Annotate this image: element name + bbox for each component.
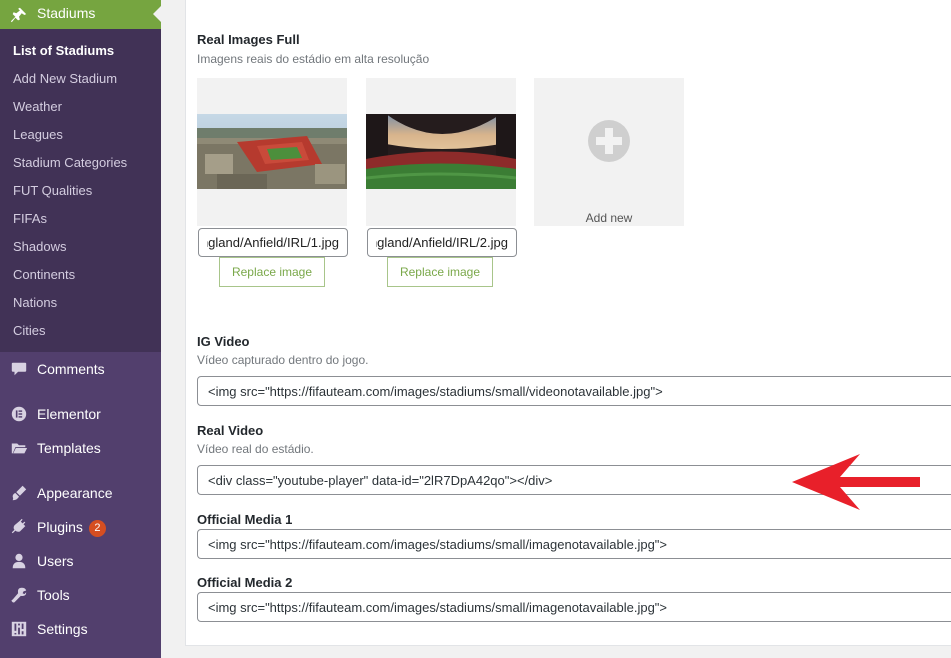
add-new-label: Add new [585,211,633,225]
menu-item-label: Elementor [37,406,101,422]
ig-video-title: IG Video [197,334,250,349]
submenu-item-nations[interactable]: Nations [13,295,57,310]
menu-item-comments[interactable]: Comments [0,354,161,384]
submenu-item-fifas[interactable]: FIFAs [13,211,47,226]
paintbrush-icon [12,485,27,501]
submenu-item-add-new-stadium[interactable]: Add New Stadium [13,71,117,86]
add-new-image-button[interactable]: Add new [534,78,684,226]
real-images-full-title: Real Images Full [197,32,300,47]
image-preview-1[interactable] [197,78,347,226]
real-video-description: Vídeo real do estádio. [197,442,314,456]
pushpin-icon [10,7,27,23]
menu-item-plugins[interactable]: Plugins 2 [0,512,161,542]
submenu-item-weather[interactable]: Weather [13,99,62,114]
replace-image-button-1[interactable]: Replace image [219,257,325,287]
menu-item-label: Stadiums [37,5,96,21]
menu-item-tools[interactable]: Tools [0,580,161,610]
sliders-icon [11,621,27,637]
official-media-1-title: Official Media 1 [197,512,293,527]
real-images-full-description: Imagens reais do estádio em alta resoluç… [197,52,430,66]
current-menu-arrow [153,6,161,22]
official-media-1-input[interactable] [197,529,951,559]
menu-item-label: Templates [37,440,101,456]
menu-item-label: Settings [37,621,88,637]
annotation-arrow-icon [792,454,920,510]
folder-icon [11,443,28,454]
user-icon [12,553,26,569]
stadium-aerial-photo [197,114,347,189]
ig-video-input[interactable] [197,376,951,406]
submenu-item-cities[interactable]: Cities [13,323,46,338]
plus-circle-icon [588,120,630,162]
menu-item-users[interactable]: Users [0,546,161,576]
update-count-badge: 2 [88,520,106,537]
submenu-item-list-of-stadiums[interactable]: List of Stadiums [13,43,114,58]
speech-bubble-icon [11,362,27,376]
submenu-item-fut-qualities[interactable]: FUT Qualities [13,183,92,198]
submenu-item-shadows[interactable]: Shadows [13,239,66,254]
image-preview-2[interactable] [366,78,516,226]
admin-sidebar: Stadiums List of Stadiums Add New Stadiu… [0,0,161,658]
real-video-title: Real Video [197,423,264,438]
submenu-item-leagues[interactable]: Leagues [13,127,63,142]
stadiums-submenu: List of Stadiums Add New Stadium Weather… [0,29,161,352]
menu-item-label: Plugins 2 [37,519,106,537]
menu-item-label: Users [37,553,74,569]
menu-item-stadiums[interactable]: Stadiums [0,0,161,29]
submenu-item-stadium-categories[interactable]: Stadium Categories [13,155,127,170]
ig-video-description: Vídeo capturado dentro do jogo. [197,353,369,367]
replace-image-button-2[interactable]: Replace image [387,257,493,287]
menu-item-elementor[interactable]: Elementor [0,399,161,429]
menu-item-label: Tools [37,587,70,603]
elementor-icon [11,406,27,422]
wrench-icon [11,587,27,603]
menu-item-templates[interactable]: Templates [0,433,161,463]
menu-item-appearance[interactable]: Appearance [0,478,161,508]
official-media-2-title: Official Media 2 [197,575,293,590]
stadium-interior-photo [366,114,516,189]
official-media-2-input[interactable] [197,592,951,622]
submenu-item-continents[interactable]: Continents [13,267,75,282]
menu-item-label: Comments [37,361,105,377]
image-path-input-1[interactable] [198,228,348,257]
edit-stadium-panel: Real Images Full Imagens reais do estádi… [185,0,951,646]
menu-item-label: Appearance [37,485,113,501]
plug-icon [11,518,26,534]
image-path-input-2[interactable] [367,228,517,257]
menu-item-settings[interactable]: Settings [0,614,161,644]
